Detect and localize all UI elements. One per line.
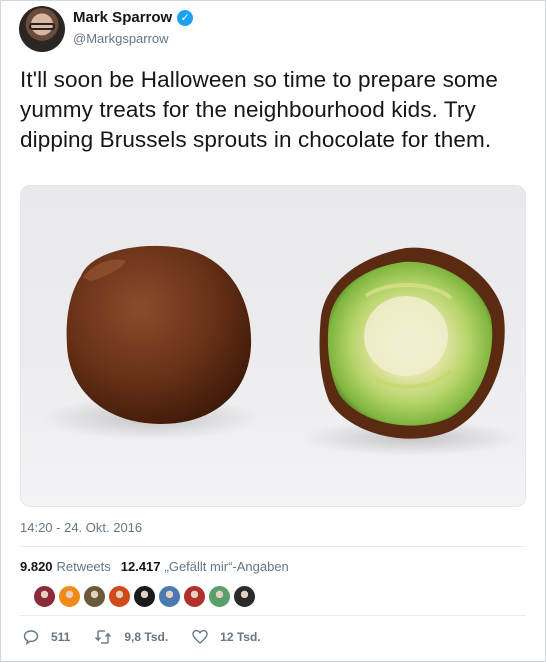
verified-badge-icon: ✓: [177, 9, 194, 26]
liker-avatar[interactable]: [133, 585, 156, 608]
heart-icon: [192, 629, 208, 644]
likes-stat[interactable]: 12.417 „Gefällt mir“-Angaben: [121, 559, 289, 574]
retweet-action[interactable]: 9,8 Tsd.: [94, 629, 168, 645]
avatar-glasses: [29, 23, 55, 30]
chocolate-sprouts-photo: [41, 245, 521, 456]
tweet-timestamp[interactable]: 14:20 - 24. Okt. 2016: [20, 520, 142, 535]
tweet-photo[interactable]: [20, 185, 526, 507]
liker-avatar[interactable]: [208, 585, 231, 608]
liker-avatar[interactable]: [58, 585, 81, 608]
retweet-icon: [95, 630, 112, 644]
tweet-header: Mark Sparrow ✓ @Markgsparrow: [19, 6, 194, 52]
liker-avatar[interactable]: [108, 585, 131, 608]
retweets-label: Retweets: [56, 559, 111, 574]
reply-count: 511: [51, 630, 71, 644]
liker-avatar[interactable]: [33, 585, 56, 608]
reply-icon: [23, 630, 39, 645]
author-avatar[interactable]: [19, 6, 65, 52]
author-handle[interactable]: @Markgsparrow: [73, 31, 193, 46]
tweet-card: Mark Sparrow ✓ @Markgsparrow It'll soon …: [0, 0, 546, 662]
like-count: 12 Tsd.: [220, 630, 261, 644]
divider-bottom: [20, 615, 526, 616]
author-name-row: Mark Sparrow ✓: [73, 9, 194, 26]
tweet-actions: 511 9,8 Tsd. 12 Tsd.: [23, 629, 285, 645]
likes-label: „Gefällt mir“-Angaben: [164, 559, 289, 574]
retweets-stat[interactable]: 9.820 Retweets: [20, 559, 111, 574]
retweet-count: 9,8 Tsd.: [124, 630, 169, 644]
reply-action[interactable]: 511: [23, 629, 70, 645]
liker-avatar[interactable]: [183, 585, 206, 608]
retweets-count: 9.820: [20, 559, 53, 574]
divider-top: [20, 546, 526, 547]
like-action[interactable]: 12 Tsd.: [192, 629, 261, 645]
likes-count: 12.417: [120, 559, 161, 574]
liker-avatar[interactable]: [233, 585, 256, 608]
liker-avatar[interactable]: [83, 585, 106, 608]
author-display-name[interactable]: Mark Sparrow: [73, 9, 172, 26]
engagement-stats: 9.820 Retweets 12.417 „Gefällt mir“-Angabe…: [20, 559, 299, 574]
tweet-text: It'll soon be Halloween so time to prepa…: [20, 67, 498, 152]
liker-avatars: [33, 585, 258, 608]
author-names: Mark Sparrow ✓ @Markgsparrow: [73, 9, 194, 46]
liker-avatar[interactable]: [158, 585, 181, 608]
